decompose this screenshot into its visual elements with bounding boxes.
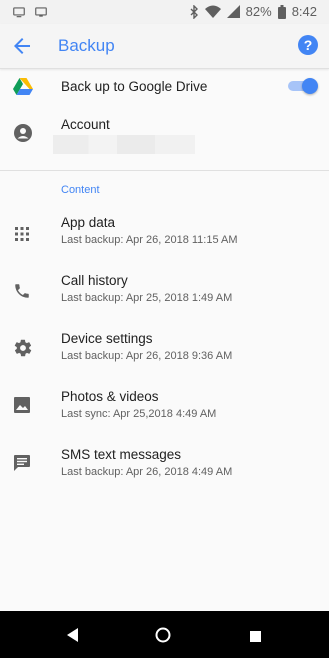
list-item-label: Device settings <box>61 331 153 346</box>
page-title: Backup <box>58 36 115 55</box>
list-item-subtitle: Last backup: Apr 25, 2018 1:49 AM <box>61 292 233 304</box>
list-item-subtitle: Last backup: Apr 26, 2018 4:49 AM <box>61 466 233 478</box>
list-item-sms[interactable]: SMS text messages Last backup: Apr 26, 2… <box>0 438 329 492</box>
navigation-bar <box>0 611 329 658</box>
nav-home-icon[interactable] <box>155 627 171 648</box>
list-item-call-history[interactable]: Call history Last backup: Apr 25, 2018 1… <box>0 264 329 318</box>
backup-toggle-row[interactable]: Back up to Google Drive <box>0 68 329 108</box>
battery-percent: 82% <box>245 4 272 19</box>
phone-icon <box>13 282 33 302</box>
apps-grid-icon <box>13 225 33 245</box>
account-circle-icon <box>13 123 33 143</box>
desktop-icon <box>34 5 48 19</box>
backup-switch[interactable] <box>288 78 318 94</box>
list-item-subtitle: Last sync: Apr 25,2018 4:49 AM <box>61 408 217 420</box>
list-item-label: SMS text messages <box>61 447 182 462</box>
list-item-app-data[interactable]: App data Last backup: Apr 26, 2018 11:15… <box>0 206 329 260</box>
list-item-label: Call history <box>61 273 128 288</box>
bluetooth-icon <box>189 4 199 19</box>
message-icon <box>13 454 33 474</box>
list-item-label: App data <box>61 215 116 230</box>
status-bar: 82% 8:42 <box>0 0 329 24</box>
list-item-photos-videos[interactable]: Photos & videos Last sync: Apr 25,2018 4… <box>0 380 329 434</box>
list-item-subtitle: Last backup: Apr 26, 2018 11:15 AM <box>61 234 238 246</box>
help-icon[interactable]: ? <box>297 34 319 56</box>
backup-toggle-label: Back up to Google Drive <box>61 79 208 94</box>
gear-icon <box>13 338 33 358</box>
switch-thumb <box>302 78 318 94</box>
cast-screen-icon <box>12 5 26 19</box>
list-item-subtitle: Last backup: Apr 26, 2018 9:36 AM <box>61 350 233 362</box>
list-item-label: Photos & videos <box>61 389 159 404</box>
svg-text:?: ? <box>304 37 313 53</box>
content-section-header: Content <box>61 184 100 196</box>
signal-icon <box>226 5 240 18</box>
account-email-redacted <box>53 135 195 154</box>
app-bar: Backup ? <box>0 24 329 69</box>
nav-recents-icon[interactable] <box>250 629 261 647</box>
google-drive-icon <box>13 78 33 98</box>
account-label: Account <box>61 117 110 132</box>
clock: 8:42 <box>291 4 317 19</box>
wifi-icon <box>204 5 221 18</box>
nav-back-icon[interactable] <box>67 628 79 647</box>
divider <box>0 170 329 171</box>
list-item-device-settings[interactable]: Device settings Last backup: Apr 26, 201… <box>0 322 329 376</box>
arrow-back-icon[interactable] <box>10 34 34 58</box>
battery-icon <box>277 4 286 19</box>
photo-icon <box>13 396 33 416</box>
